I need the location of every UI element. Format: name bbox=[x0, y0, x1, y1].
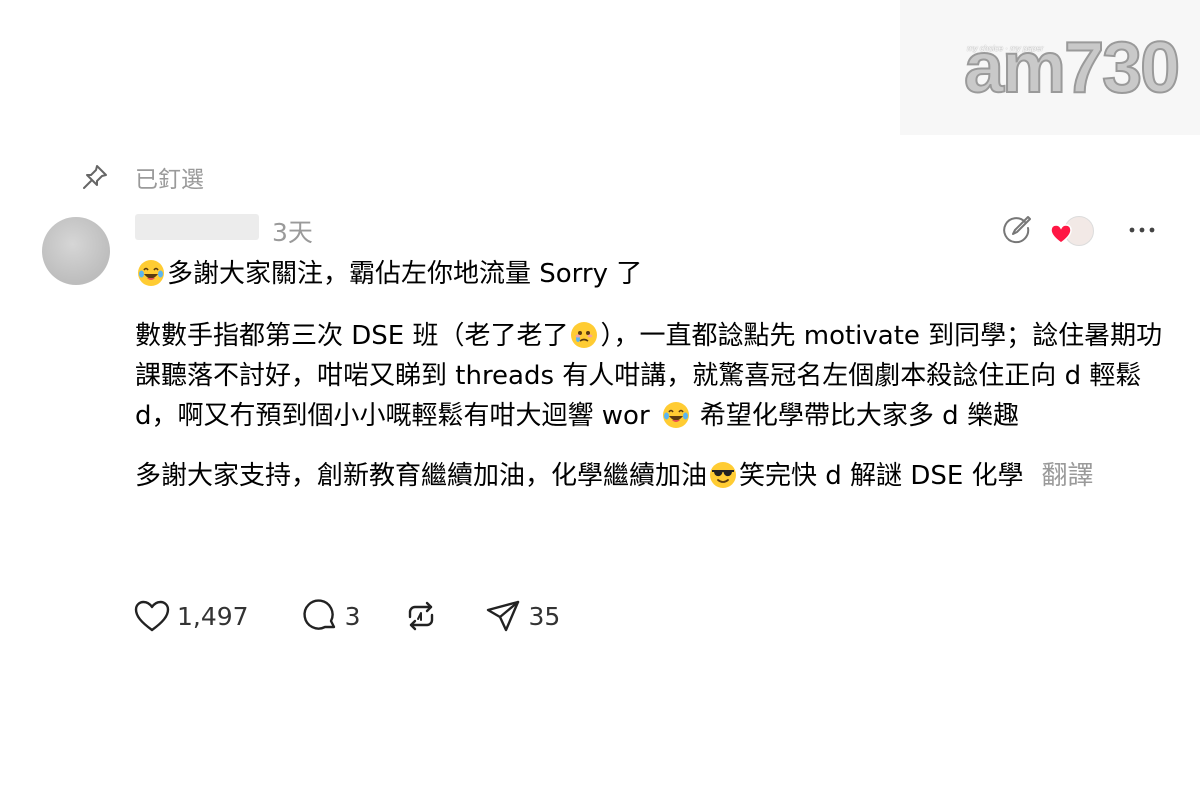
translate-link[interactable]: 翻譯 bbox=[1042, 461, 1094, 491]
pin-icon bbox=[83, 165, 107, 189]
laughing-emoji bbox=[662, 402, 689, 428]
watermark-logo: am730 bbox=[963, 28, 1181, 108]
comment-icon bbox=[302, 599, 335, 630]
repost-icon bbox=[409, 601, 434, 631]
share-count: 35 bbox=[528, 601, 561, 631]
like-icon bbox=[134, 600, 170, 632]
pinned-label: 已釘選 bbox=[135, 167, 204, 193]
post-paragraph-3: 多謝大家支持，創新教育繼續加油，化學繼續加油 笑完快 d 解謎 DSE 化學 翻譯 bbox=[135, 456, 1095, 496]
more-icon[interactable] bbox=[1126, 218, 1158, 242]
pinned-indicator: 已釘選 bbox=[80, 160, 204, 194]
liked-by-author[interactable] bbox=[1050, 216, 1096, 246]
username-redacted[interactable] bbox=[135, 214, 259, 240]
share-icon bbox=[487, 600, 520, 632]
post-line-1: 多謝大家關注，霸佔左你地流量 Sorry 了 bbox=[135, 254, 1175, 294]
post-paragraph-2: 數數手指都第三次 DSE 班（老了老了 ），一直都諗點先 motivate 到同… bbox=[135, 316, 1175, 436]
comment-count: 3 bbox=[344, 601, 361, 631]
like-count: 1,497 bbox=[177, 601, 249, 631]
comment-button[interactable]: 3 bbox=[301, 597, 361, 635]
laughing-emoji bbox=[138, 260, 164, 286]
repost-button[interactable] bbox=[402, 597, 440, 635]
post-paragraph-3-a: 多謝大家支持，創新教育繼續加油，化學繼續加油 bbox=[135, 461, 708, 491]
heart-icon bbox=[1050, 224, 1072, 244]
share-button[interactable]: 35 bbox=[484, 597, 560, 635]
sunglasses-emoji bbox=[710, 462, 737, 488]
edit-icon[interactable] bbox=[1000, 212, 1032, 244]
like-button[interactable]: 1,497 bbox=[133, 597, 249, 635]
action-bar: 1,497 3 35 bbox=[133, 597, 596, 635]
post-paragraph-2-a: 數數手指都第三次 DSE 班（老了老了 bbox=[135, 321, 569, 351]
avatar[interactable] bbox=[42, 217, 110, 285]
post-paragraph-2-c: 希望化學帶比大家多 d 樂趣 bbox=[691, 401, 1019, 431]
teary-emoji bbox=[571, 322, 598, 348]
post-timestamp[interactable]: 3天 bbox=[272, 213, 313, 249]
post-line-1-text: 多謝大家關注，霸佔左你地流量 Sorry 了 bbox=[167, 259, 643, 289]
post-body: 多謝大家關注，霸佔左你地流量 Sorry 了 數數手指都第三次 DSE 班（老了… bbox=[135, 254, 1175, 496]
post-paragraph-3-b: 笑完快 d 解謎 DSE 化學 bbox=[739, 461, 1024, 491]
